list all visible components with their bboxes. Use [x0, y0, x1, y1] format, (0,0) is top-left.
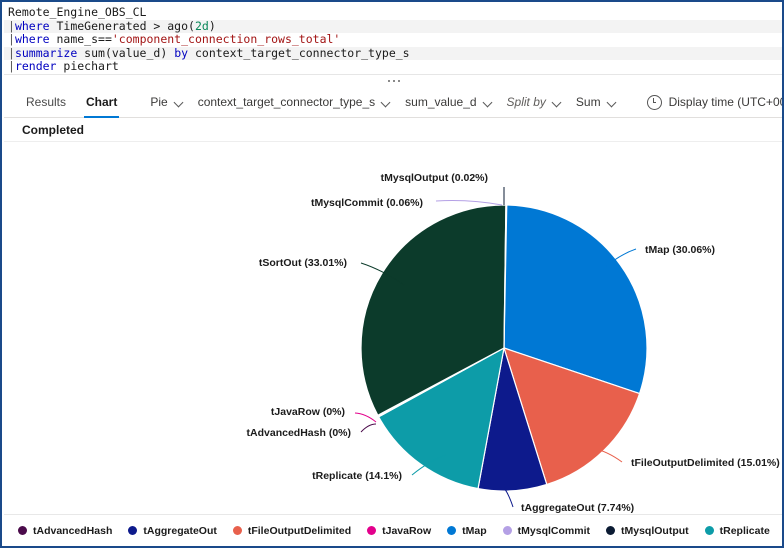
legend-item-tReplicate[interactable]: tReplicate [704, 524, 770, 537]
leader-line-tMysqlCommit [435, 200, 503, 206]
legend-item-label: tAggregateOut [143, 524, 217, 537]
pie-label-tMap: tMap (30.06%) [645, 244, 715, 256]
chart-type-dropdown[interactable]: Pie [143, 90, 190, 114]
status-text: Completed [22, 122, 85, 137]
legend-item-tMysqlOutput[interactable]: tMysqlOutput [605, 524, 689, 537]
pie-label-tSortOut: tSortOut (33.01%) [259, 257, 347, 269]
x-axis-column-value: context_target_connector_type_s [197, 95, 376, 109]
legend-color-swatch [18, 526, 27, 535]
chevron-down-icon [608, 98, 617, 107]
legend-item-tMysqlCommit[interactable]: tMysqlCommit [502, 524, 590, 537]
legend-color-swatch [128, 526, 138, 535]
tab-chart[interactable]: Chart [76, 87, 127, 118]
tab-results[interactable]: Results [16, 87, 76, 118]
legend-item-label: tJavaRow [382, 524, 432, 537]
legend-item-tAggregateOut[interactable]: tAggregateOut [128, 525, 217, 537]
query-line-3: |summarize sum(value_d) by context_targe… [4, 46, 782, 60]
clock-icon [646, 94, 662, 110]
pie-label-tJavaRow: tJavaRow (0%) [271, 406, 345, 418]
split-by-value: Split by [506, 95, 546, 109]
aggregation-dropdown[interactable]: Sum [569, 90, 624, 114]
pie-chart-container: tMap (30.06%) tFileOutputDelimited (15.01… [4, 143, 782, 514]
legend-color-swatch [447, 526, 457, 535]
pie-label-tMysqlOutput: tMysqlOutput (0.02%) [381, 172, 488, 184]
chart-legend: tAdvancedHash tAggregateOut tFileOutputDel… [4, 514, 782, 546]
display-time-value: Display time (UTC+00:00) [668, 95, 782, 109]
leader-line-tAdvancedHash [360, 423, 377, 433]
display-time-dropdown[interactable]: Display time (UTC+00:00) [640, 90, 782, 114]
legend-item-label: tMap [462, 524, 487, 537]
legend-item-label: tMysqlOutput [620, 524, 689, 537]
y-axis-column-dropdown[interactable]: sum_value_d [398, 90, 499, 114]
legend-color-swatch [502, 526, 512, 535]
chevron-down-icon [484, 98, 493, 107]
legend-item-tMap[interactable]: tMap [447, 525, 487, 537]
query-line-1: |where TimeGenerated > ago(2d) [4, 19, 782, 33]
split-by-dropdown[interactable]: Split by [500, 90, 569, 114]
legend-item-tFileOutputDelimited[interactable]: tFileOutputDelimited [232, 524, 352, 537]
chevron-down-icon [553, 98, 562, 107]
results-toolbar: Results Chart Pie context_target_connect… [4, 87, 782, 118]
panel-splitter-handle[interactable] [4, 75, 782, 87]
tab-results-label: Results [26, 95, 67, 109]
pie-chart-svg: tMap (30.06%) tFileOutputDelimited (15.01… [247, 172, 780, 514]
query-line-4: |render piechart [8, 59, 119, 73]
legend-item-label: tReplicate [719, 524, 770, 537]
tab-chart-label: Chart [86, 95, 118, 109]
kql-query-editor[interactable]: Remote_Engine_OBS_CL |where TimeGenerated… [4, 4, 782, 78]
leader-line-tJavaRow [354, 412, 377, 423]
aggregation-value: Sum [575, 95, 601, 109]
pie-label-tFileOutputDelimited: tFileOutputDelimited (15.01%) [631, 457, 780, 469]
legend-item-label: tMysqlCommit [517, 524, 590, 537]
chevron-down-icon [382, 98, 391, 107]
query-line-2: |where name_s=='component_connection_row… [8, 32, 341, 46]
chevron-down-icon [175, 98, 184, 107]
pie-label-tAggregateOut: tAggregateOut (7.74%) [521, 502, 634, 514]
legend-item-label: tAdvancedHash [33, 524, 113, 537]
legend-color-swatch [367, 526, 377, 535]
x-axis-column-dropdown[interactable]: context_target_connector_type_s [191, 90, 398, 114]
legend-color-swatch [232, 526, 242, 535]
legend-item-label: tFileOutputDelimited [247, 524, 352, 537]
query-status-bar: Completed [4, 118, 782, 142]
legend-item-tAdvancedHash[interactable]: tAdvancedHash [18, 525, 112, 537]
pie-label-tAdvancedHash: tAdvancedHash (0%) [247, 427, 351, 439]
legend-color-swatch [704, 526, 714, 535]
query-result-panel: Remote_Engine_OBS_CL |where TimeGenerated… [0, 0, 784, 548]
chart-type-value: Pie [150, 95, 168, 109]
query-line-0: Remote_Engine_OBS_CL [8, 5, 147, 19]
pie-label-tReplicate: tReplicate (14.1%) [312, 470, 402, 482]
y-axis-column-value: sum_value_d [405, 95, 477, 109]
pie-label-tMysqlCommit: tMysqlCommit (0.06%) [311, 197, 423, 209]
legend-color-swatch [605, 526, 615, 535]
legend-item-tJavaRow[interactable]: tJavaRow [367, 525, 431, 537]
pie-slices-group [360, 204, 648, 492]
